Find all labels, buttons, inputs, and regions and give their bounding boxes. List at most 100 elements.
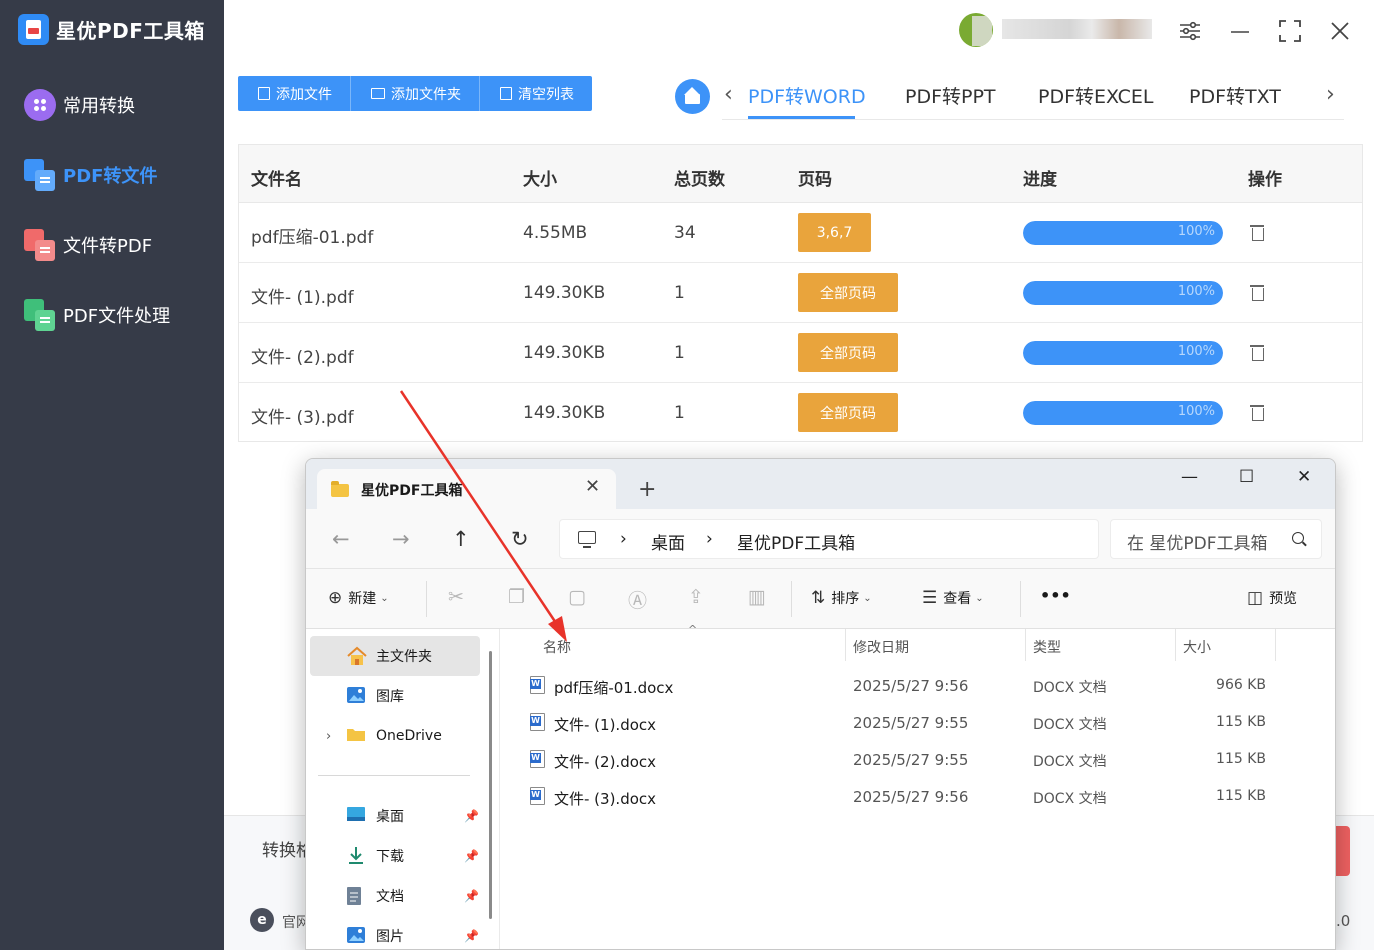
search-placeholder: 在 星优PDF工具箱 [1127, 534, 1268, 554]
page-range-button[interactable]: 全部页码 [798, 393, 898, 432]
nav-item-documents[interactable]: 文档 📌 [310, 876, 480, 916]
share-icon[interactable]: ⇪ [688, 586, 704, 608]
sidebar-item-file-to-pdf[interactable]: 文件转PDF [24, 229, 152, 261]
tab-prev-icon[interactable]: ‹ [724, 82, 733, 107]
divider[interactable] [1175, 629, 1176, 661]
sidebar-item-pdf-process[interactable]: PDF文件处理 [24, 299, 170, 331]
paste-icon[interactable]: ▢ [568, 586, 586, 608]
file-date: 2025/5/27 9:56 [853, 677, 969, 695]
breadcrumb-folder[interactable]: 星优PDF工具箱 [737, 529, 855, 554]
tab-pdf-to-excel[interactable]: PDF转EXCEL [1038, 82, 1154, 109]
col-name[interactable]: 名称 [543, 637, 571, 657]
pin-icon[interactable]: 📌 [464, 929, 479, 943]
cut-icon[interactable]: ✂ [448, 586, 464, 608]
close-icon[interactable] [1327, 18, 1353, 44]
explorer-tab-bar: 星优PDF工具箱 ✕ + — ☐ ✕ [306, 459, 1335, 509]
maximize-icon[interactable]: ☐ [1239, 467, 1254, 487]
tab-pdf-to-txt[interactable]: PDF转TXT [1189, 82, 1281, 109]
add-file-button[interactable]: 添加文件 [238, 76, 351, 111]
delete-row-icon[interactable] [1250, 223, 1264, 241]
nav-item-pictures[interactable]: 图片 📌 [310, 916, 480, 949]
col-pages: 总页数 [674, 170, 725, 190]
col-modified[interactable]: 修改日期 [853, 637, 909, 657]
file-explorer-window: 星优PDF工具箱 ✕ + — ☐ ✕ ← → ↑ ↻ › 桌面 › 星优PDF工… [305, 458, 1336, 950]
home-button[interactable] [675, 79, 710, 114]
row-filename: 文件- (3).pdf [251, 408, 354, 428]
row-size: 149.30KB [523, 283, 606, 303]
new-button[interactable]: ⊕ 新建 ⌄ [328, 588, 389, 608]
list-item[interactable]: 文件- (3).docx 2025/5/27 9:56 DOCX 文档 115 … [530, 778, 1290, 815]
page-range-button[interactable]: 全部页码 [798, 273, 898, 312]
explorer-command-bar: ⊕ 新建 ⌄ ✂ ❐ ▢ Ⓐ ⇪ ▥ ⇅ 排序 ⌄ ☰ 查看 ⌄ ••• ◫ 预… [306, 569, 1335, 629]
sort-button[interactable]: ⇅ 排序 ⌄ [811, 588, 872, 608]
up-icon[interactable]: ↑ [452, 527, 470, 551]
col-type[interactable]: 类型 [1033, 637, 1061, 657]
forward-icon[interactable]: → [392, 527, 410, 551]
explorer-address-bar: ← → ↑ ↻ › 桌面 › 星优PDF工具箱 在 星优PDF工具箱 [306, 509, 1335, 569]
divider[interactable] [1025, 629, 1026, 661]
progress-fill: 100% [1023, 221, 1223, 245]
sidebar-item-common-convert[interactable]: 常用转换 [24, 89, 135, 121]
nav-label: 文档 [376, 889, 404, 905]
more-options-button[interactable]: ••• [1040, 586, 1071, 605]
rename-icon[interactable]: Ⓐ [628, 586, 647, 613]
desktop-icon [346, 806, 370, 826]
page-range-button[interactable]: 全部页码 [798, 333, 898, 372]
tab-pdf-to-ppt[interactable]: PDF转PPT [905, 82, 996, 109]
delete-icon[interactable]: ▥ [748, 586, 766, 608]
tab-next-icon[interactable]: › [1326, 82, 1335, 107]
delete-row-icon[interactable] [1250, 283, 1264, 301]
nav-item-gallery[interactable]: 图库 [310, 676, 480, 716]
list-item[interactable]: 文件- (2).docx 2025/5/27 9:55 DOCX 文档 115 … [530, 741, 1290, 778]
nav-scrollbar[interactable] [489, 651, 492, 919]
nav-item-downloads[interactable]: 下载 📌 [310, 836, 480, 876]
breadcrumb-desktop[interactable]: 桌面 [651, 529, 685, 554]
close-tab-icon[interactable]: ✕ [585, 476, 600, 497]
home-icon [346, 646, 370, 666]
avatar[interactable] [959, 13, 993, 47]
refresh-icon[interactable]: ↻ [511, 527, 529, 551]
file-name: 文件- (2).docx [554, 753, 657, 771]
add-folder-button[interactable]: 添加文件夹 [351, 76, 480, 111]
search-input[interactable]: 在 星优PDF工具箱 [1110, 519, 1322, 559]
preview-button[interactable]: ◫ 预览 [1247, 588, 1297, 608]
back-icon[interactable]: ← [332, 527, 350, 551]
delete-row-icon[interactable] [1250, 343, 1264, 361]
website-icon[interactable]: e [250, 908, 274, 932]
list-item[interactable]: 文件- (1).docx 2025/5/27 9:55 DOCX 文档 115 … [530, 704, 1290, 741]
view-button[interactable]: ☰ 查看 ⌄ [922, 588, 984, 608]
clear-list-button[interactable]: 清空列表 [480, 76, 592, 111]
delete-row-icon[interactable] [1250, 403, 1264, 421]
tab-pdf-to-word[interactable]: PDF转WORD [748, 82, 866, 109]
pin-icon[interactable]: 📌 [464, 889, 479, 903]
explorer-tab-title: 星优PDF工具箱 [361, 483, 463, 499]
pin-icon[interactable]: 📌 [464, 849, 479, 863]
col-size[interactable]: 大小 [1183, 637, 1211, 657]
new-tab-icon[interactable]: + [638, 477, 656, 502]
divider[interactable] [845, 629, 846, 661]
pin-icon[interactable]: 📌 [464, 809, 479, 823]
settings-sliders-icon[interactable] [1177, 18, 1203, 44]
file-type: DOCX 文档 [1033, 791, 1107, 807]
close-icon[interactable]: ✕ [1297, 467, 1311, 487]
list-item[interactable]: pdf压缩-01.docx 2025/5/27 9:56 DOCX 文档 966… [530, 667, 1290, 704]
file-table: 文件名 大小 总页数 页码 进度 操作 pdf压缩-01.pdf 4.55MB … [238, 144, 1363, 442]
start-convert-button[interactable] [1336, 826, 1350, 876]
minimize-icon[interactable]: — [1181, 467, 1198, 487]
sidebar-item-pdf-to-file[interactable]: PDF转文件 [24, 159, 157, 191]
address-field[interactable]: › 桌面 › 星优PDF工具箱 [559, 519, 1099, 559]
nav-item-onedrive[interactable]: › OneDrive [310, 716, 480, 756]
chevron-right-icon[interactable]: › [326, 729, 331, 744]
conversion-tabs: ‹ PDF转WORD PDF转PPT PDF转EXCEL PDF转TXT › [722, 78, 1344, 120]
explorer-tab[interactable]: 星优PDF工具箱 ✕ [317, 469, 616, 509]
chevron-down-icon: ⌄ [975, 592, 984, 604]
nav-item-desktop[interactable]: 桌面 📌 [310, 796, 480, 836]
grid-icon [24, 89, 56, 121]
minimize-icon[interactable] [1227, 18, 1253, 44]
divider[interactable] [1275, 629, 1276, 661]
fullscreen-icon[interactable] [1277, 18, 1303, 44]
divider [791, 581, 792, 617]
page-range-button[interactable]: 3,6,7 [798, 213, 871, 252]
nav-item-home[interactable]: 主文件夹 [310, 636, 480, 676]
copy-icon[interactable]: ❐ [508, 586, 525, 608]
